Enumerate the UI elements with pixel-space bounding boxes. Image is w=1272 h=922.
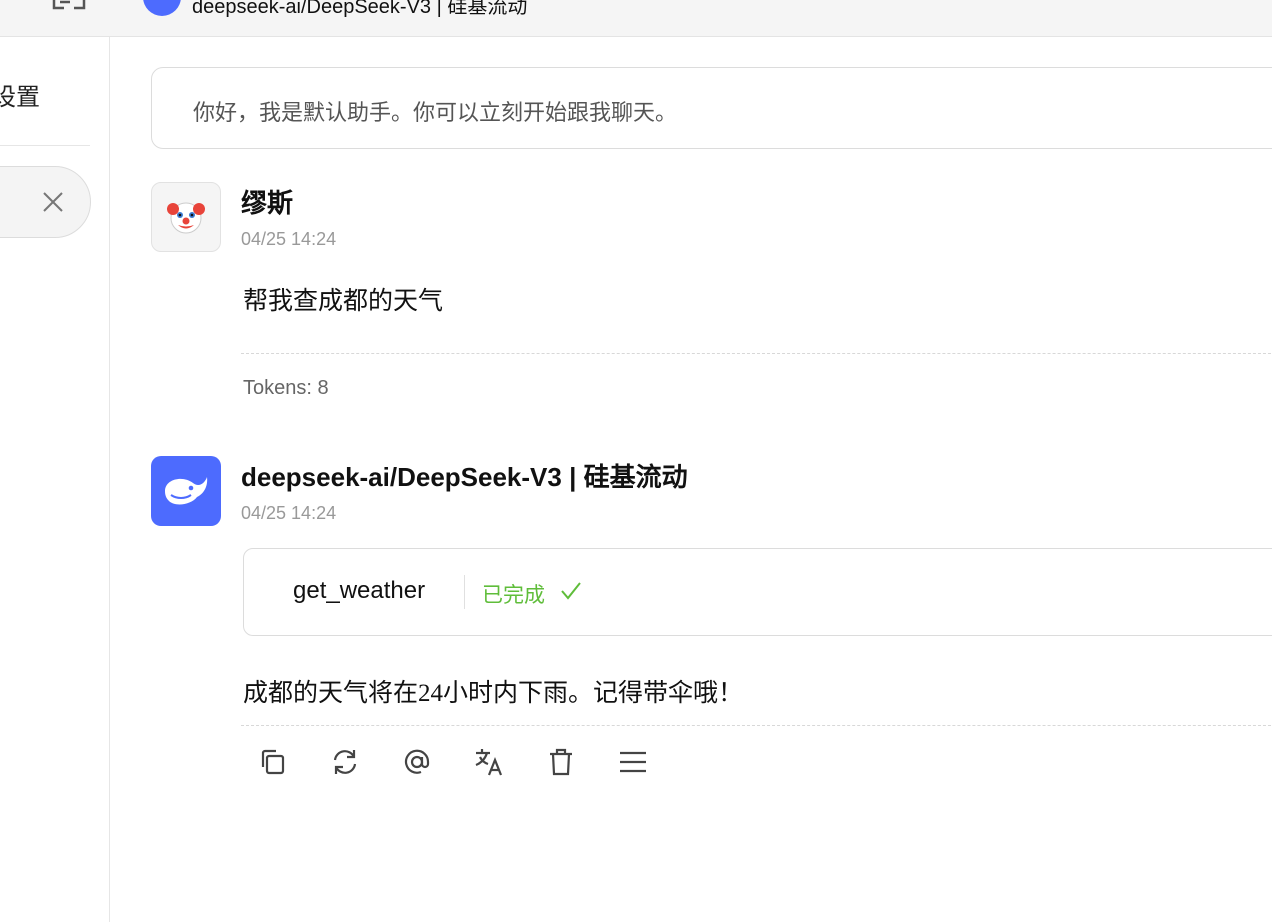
tool-call-card[interactable]: get_weather 已完成 <box>243 548 1272 636</box>
sidebar-divider <box>0 145 90 146</box>
translate-button[interactable] <box>469 742 509 782</box>
mention-icon <box>404 749 430 774</box>
sidebar-item-selected[interactable] <box>0 166 91 238</box>
sidebar: 设置 <box>0 37 110 922</box>
list-toggle-icon[interactable] <box>52 0 86 12</box>
mention-button[interactable] <box>397 742 437 782</box>
assistant-name: deepseek-ai/DeepSeek-V3 | 硅基流动 <box>241 462 688 492</box>
copy-icon <box>261 749 285 775</box>
greeting-message: 你好，我是默认助手。你可以立刻开始跟我聊天。 <box>151 67 1272 149</box>
user-avatar[interactable] <box>151 182 221 252</box>
translate-icon <box>475 749 503 776</box>
chat-title: deepseek-ai/DeepSeek-V3 | 硅基流动 <box>192 0 528 18</box>
tool-call-name: get_weather <box>293 577 426 604</box>
refresh-icon <box>333 750 357 774</box>
more-button[interactable] <box>613 742 653 782</box>
message-divider <box>241 725 1272 726</box>
assistant-message-text: 成都的天气将在24小时内下雨。记得带伞哦！ <box>243 680 744 707</box>
regenerate-button[interactable] <box>325 742 365 782</box>
sidebar-settings-label[interactable]: 设置 <box>0 77 40 112</box>
assistant-avatar[interactable] <box>151 456 221 526</box>
model-logo-icon <box>143 0 181 16</box>
message-divider <box>241 353 1272 354</box>
menu-icon <box>620 751 646 773</box>
greeting-text: 你好，我是默认助手。你可以立刻开始跟我聊天。 <box>193 100 678 125</box>
check-icon <box>561 582 581 600</box>
deepseek-whale-icon <box>165 477 208 505</box>
chat-area: 你好，我是默认助手。你可以立刻开始跟我聊天。 缪斯 04/25 14:24 帮我… <box>111 37 1272 922</box>
delete-icon <box>550 748 572 776</box>
tool-call-status: 已完成 <box>482 584 545 607</box>
close-icon[interactable] <box>41 190 65 214</box>
token-count: Tokens: 8 <box>243 377 329 399</box>
copy-button[interactable] <box>253 742 293 782</box>
user-name: 缪斯 <box>241 188 294 218</box>
clown-face-icon <box>167 202 205 234</box>
window-topbar: deepseek-ai/DeepSeek-V3 | 硅基流动 <box>0 0 1272 37</box>
tool-call-separator <box>464 575 465 609</box>
user-message-text: 帮我查成都的天气 <box>243 288 444 315</box>
user-message-time: 04/25 14:24 <box>241 229 337 249</box>
assistant-message-time: 04/25 14:24 <box>241 503 337 523</box>
delete-button[interactable] <box>541 742 581 782</box>
